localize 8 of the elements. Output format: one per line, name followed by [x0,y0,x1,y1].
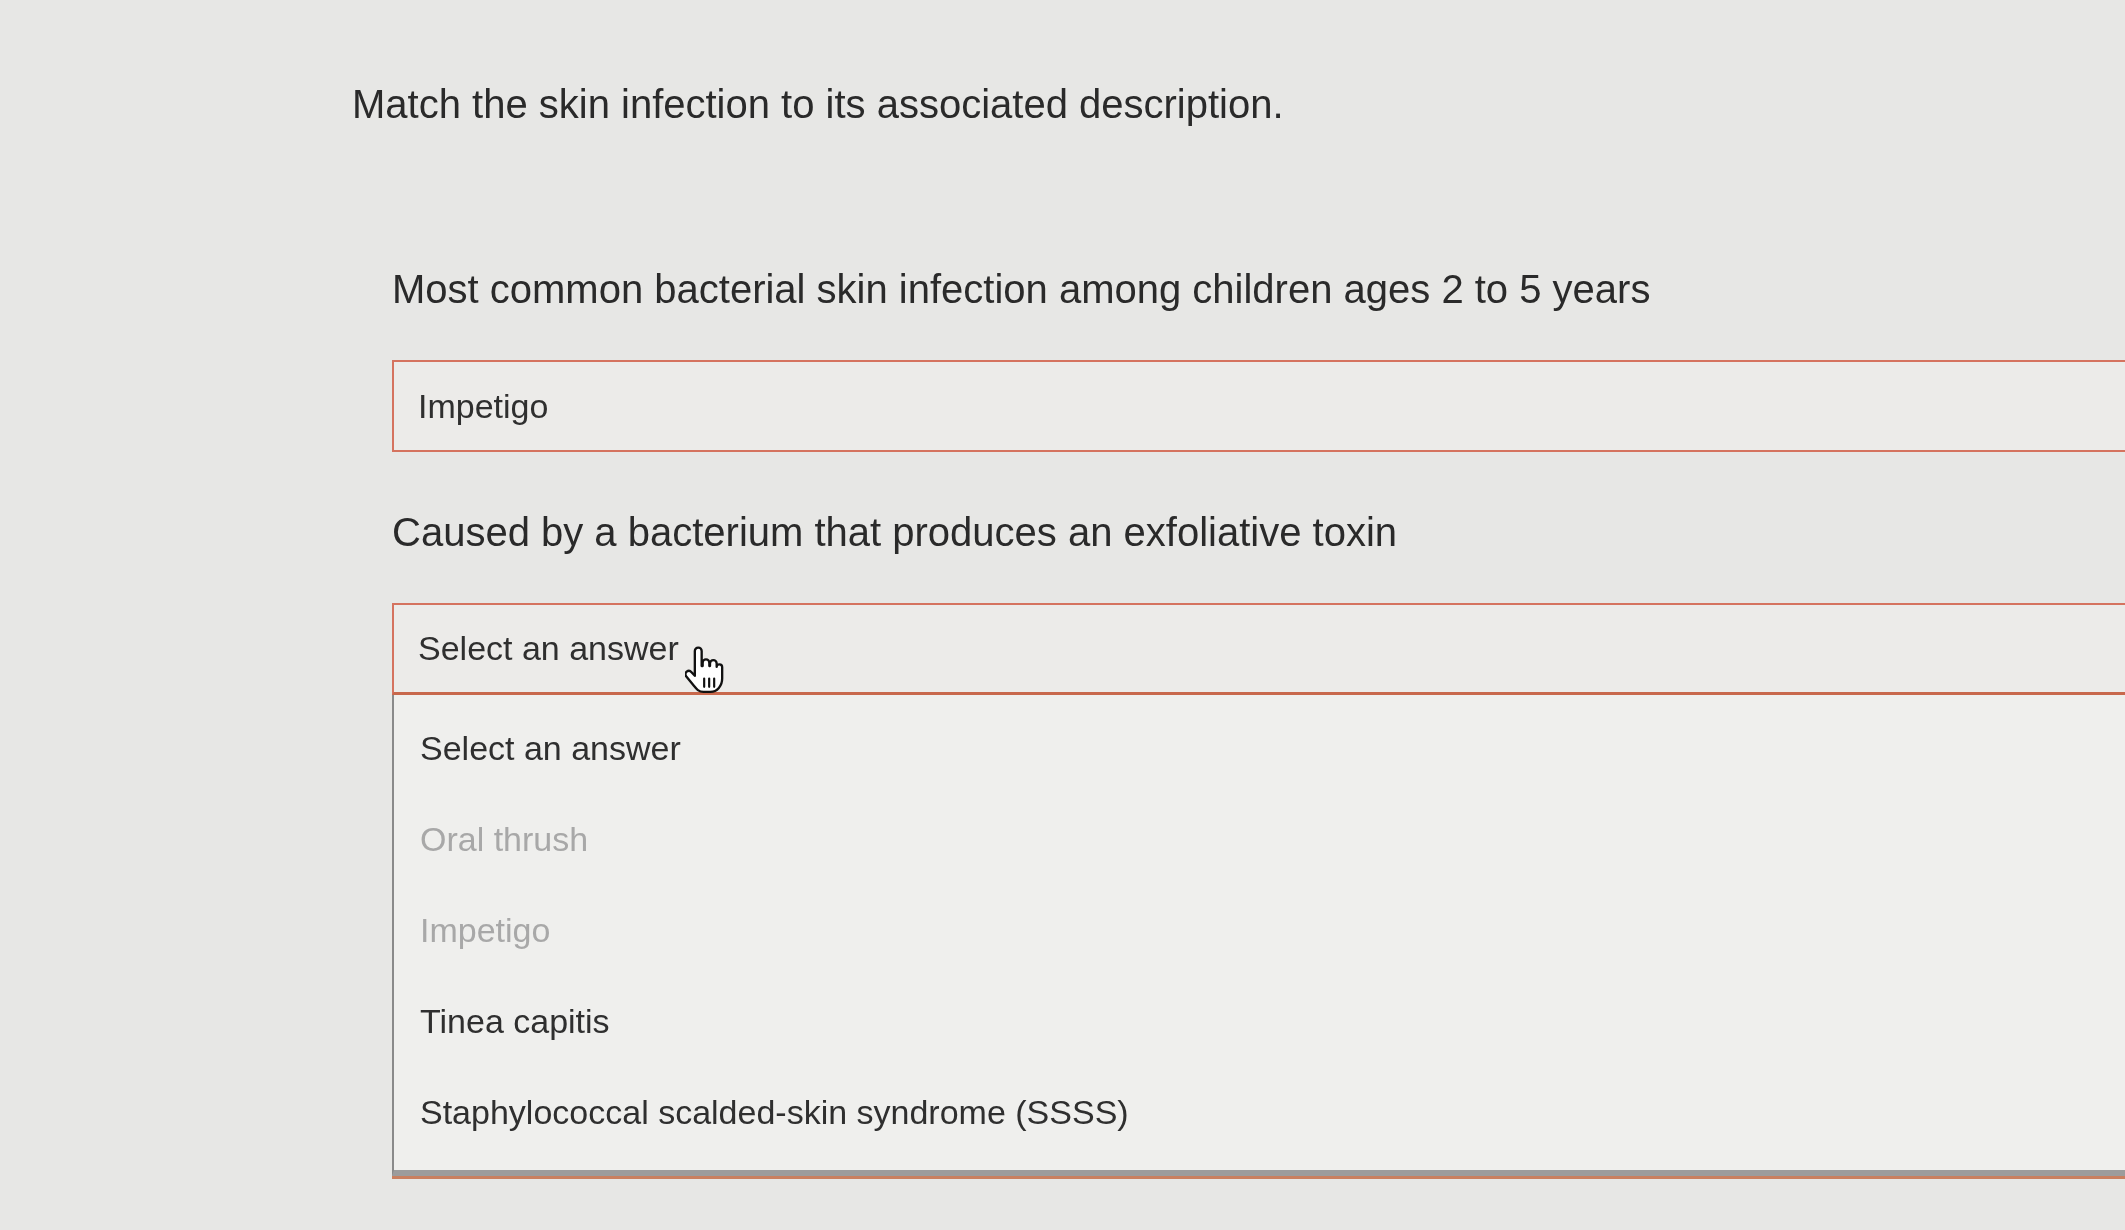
answer-dropdown[interactable]: Select an answer [392,603,2125,695]
question-prompt: Most common bacterial skin infection among children ages 2 to 5 years [392,266,1652,313]
dropdown-option[interactable]: Tinea capitis [394,976,636,1067]
question-prompt: Caused by a bacterium that produces an exfoliative toxin [392,509,1399,556]
dropdown-option[interactable]: Select an answer [394,703,707,794]
answer-dropdown[interactable]: Impetigo [392,360,2125,452]
question-title: Match the skin infection to its associated description. [352,81,1285,128]
dropdown-option[interactable]: Staphylococcal scalded-skin syndrome (SSSS) [394,1067,1155,1158]
